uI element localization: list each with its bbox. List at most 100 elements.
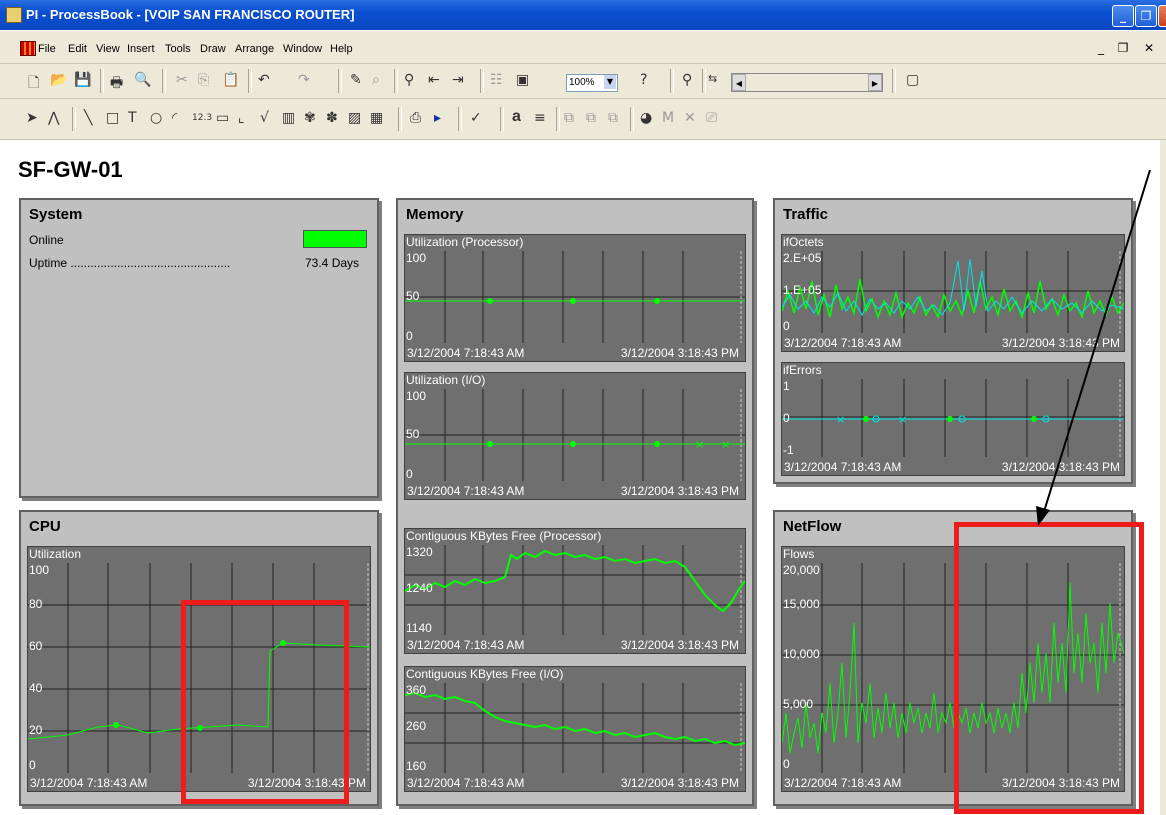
find-icon[interactable]: ⌕ — [372, 72, 380, 88]
menu-bar: File Edit View Insert Tools Draw Arrange… — [0, 31, 1166, 64]
ungroup-icon[interactable]: ⧉ — [586, 110, 596, 126]
highlight-box — [954, 522, 1144, 814]
io-kbytes-free-trend[interactable]: Contiguous KBytes Free (I/O) 360 260 160… — [404, 666, 746, 792]
y-tick-label: 160 — [406, 759, 427, 773]
toolbar-separator — [72, 107, 76, 131]
multistate-tool-icon[interactable]: ✽ — [326, 110, 338, 126]
bar-tool-icon[interactable]: ▥ — [282, 110, 295, 126]
new-icon[interactable]: 🗋 — [28, 72, 39, 96]
maximize-button[interactable]: ❐ — [1135, 5, 1157, 27]
pan-icon[interactable]: ⋀ — [48, 110, 59, 126]
menu-insert[interactable]: Insert — [127, 43, 155, 55]
uptime-value: 73.4 Days — [305, 256, 360, 270]
copy-icon[interactable]: ⎘ — [198, 72, 209, 88]
help-pointer-icon[interactable]: ? — [640, 72, 647, 88]
delete-icon[interactable]: ✕ — [684, 110, 696, 126]
trend-tool-icon[interactable]: √ — [260, 110, 269, 126]
close-button[interactable]: ✕ — [1158, 5, 1166, 27]
x-end-time: 3/12/2004 3:18:43 PM — [620, 484, 739, 498]
mdi-minimize-icon[interactable]: _ — [1092, 39, 1110, 57]
value-tool-icon[interactable]: 12.3 — [192, 113, 212, 123]
y-tick-label: 20,000 — [783, 563, 820, 577]
time-scrollbar[interactable]: ◀ ▶ — [731, 73, 883, 92]
redo-icon[interactable]: ↷ — [298, 72, 310, 88]
memory-title: Memory — [406, 206, 464, 223]
open-icon[interactable]: 📂 — [50, 72, 67, 88]
y-tick-label: 100 — [29, 563, 50, 577]
scroll-left-icon[interactable]: ◀ — [732, 74, 746, 91]
y-tick-label: 1320 — [406, 545, 433, 559]
processor-utilization-trend[interactable]: Utilization (Processor) 100 50 0 3/12/20… — [404, 234, 746, 362]
mdi-restore-icon[interactable]: ❐ — [1114, 39, 1132, 57]
toolbar-separator — [892, 69, 896, 93]
annotation-arrow — [1036, 170, 1151, 526]
data-point — [570, 298, 576, 304]
menu-help[interactable]: Help — [330, 43, 353, 55]
paste-icon[interactable]: 📋 — [222, 72, 239, 88]
menu-tools[interactable]: Tools — [165, 43, 191, 55]
toolbar-separator — [480, 69, 484, 93]
menu-file[interactable]: File — [38, 43, 56, 55]
group-icon[interactable]: ⧉ — [564, 110, 574, 126]
tag-icon[interactable]: ⚲ — [682, 72, 692, 88]
time-range-icon[interactable]: ⇆ — [708, 72, 717, 85]
macro-icon[interactable]: M — [662, 110, 674, 126]
ole-tool-icon[interactable]: ▦ — [370, 110, 383, 126]
pointer-tool-icon[interactable]: ✎ — [350, 72, 362, 88]
scroll-right-icon[interactable]: ▶ — [868, 74, 882, 91]
minimize-button[interactable]: _ — [1112, 5, 1134, 27]
rectangle-tool-icon[interactable]: □ — [106, 110, 119, 126]
connector-tool-icon[interactable]: ⌞ — [238, 110, 245, 126]
uptime-label: Uptime .................................… — [29, 256, 231, 270]
document-icon[interactable] — [20, 41, 36, 56]
y-tick-label: -1 — [783, 443, 794, 457]
properties-icon[interactable]: ☷ — [490, 72, 503, 88]
undo-icon[interactable]: ↶ — [258, 72, 270, 88]
toolbar-separator — [398, 107, 402, 131]
menu-arrange[interactable]: Arrange — [235, 43, 274, 55]
display-icon[interactable]: ▣ — [516, 72, 529, 88]
color-palette-icon[interactable]: ◕ — [640, 110, 652, 126]
menu-view[interactable]: View — [96, 43, 120, 55]
save-icon[interactable]: 💾 — [74, 72, 91, 88]
line-tool-icon[interactable]: ╲ — [84, 110, 92, 126]
run-mode-icon[interactable]: ⎙ — [410, 110, 421, 126]
ellipse-tool-icon[interactable]: ○ — [150, 110, 162, 126]
play-icon[interactable]: ▸ — [434, 110, 441, 126]
print-preview-icon[interactable]: 🔍 — [134, 72, 151, 88]
io-utilization-trend[interactable]: Utilization (I/O) × × 100 50 0 3/12/2004… — [404, 372, 746, 500]
x-start-time: 3/12/2004 7:18:43 AM — [407, 484, 525, 498]
traffic-title: Traffic — [783, 206, 829, 223]
symbol-tool-icon[interactable]: ✾ — [304, 110, 316, 126]
io-utilization-chart: × × — [405, 389, 745, 481]
y-tick-label: 5,000 — [783, 697, 814, 711]
cut-icon[interactable]: ✂ — [176, 72, 188, 88]
trend-left-icon[interactable]: ⇤ — [428, 72, 440, 88]
menu-window[interactable]: Window — [283, 43, 322, 55]
properties-sheet-icon[interactable]: ⎚ — [706, 110, 717, 126]
system-panel: System Online Uptime ...................… — [19, 198, 379, 498]
x-start-time: 3/12/2004 7:18:43 AM — [407, 638, 525, 652]
image-tool-icon[interactable]: ▨ — [348, 110, 361, 126]
y-tick-label: 0 — [406, 329, 413, 343]
tag-search-icon[interactable]: ⚲ — [404, 72, 414, 88]
menu-edit[interactable]: Edit — [68, 43, 87, 55]
trend-right-icon[interactable]: ⇥ — [452, 72, 464, 88]
processor-kbytes-free-trend[interactable]: Contiguous KBytes Free (Processor) 1320 … — [404, 528, 746, 654]
menu-draw[interactable]: Draw — [200, 43, 226, 55]
chevron-down-icon[interactable]: ▼ — [604, 75, 616, 89]
processbook-app-icon[interactable] — [6, 7, 22, 23]
svg-text:×: × — [898, 413, 907, 426]
select-arrow-icon[interactable]: ➤ — [26, 110, 38, 126]
print-icon[interactable]: 🖶 — [110, 72, 123, 96]
arc-tool-icon[interactable]: ◜ — [172, 110, 177, 126]
align-icon[interactable]: ⧉ — [608, 110, 618, 126]
x-start-time: 3/12/2004 7:18:43 AM — [407, 776, 525, 790]
line-weight-icon[interactable]: ≡ — [534, 110, 546, 126]
text-tool-icon[interactable]: T — [128, 110, 137, 126]
full-screen-icon[interactable]: ▢ — [906, 72, 919, 88]
mdi-close-icon[interactable]: ✕ — [1140, 39, 1158, 57]
format-painter-icon[interactable]: ✓ — [470, 110, 482, 126]
font-icon[interactable]: a — [512, 108, 521, 126]
button-tool-icon[interactable]: ▭ — [216, 110, 229, 126]
